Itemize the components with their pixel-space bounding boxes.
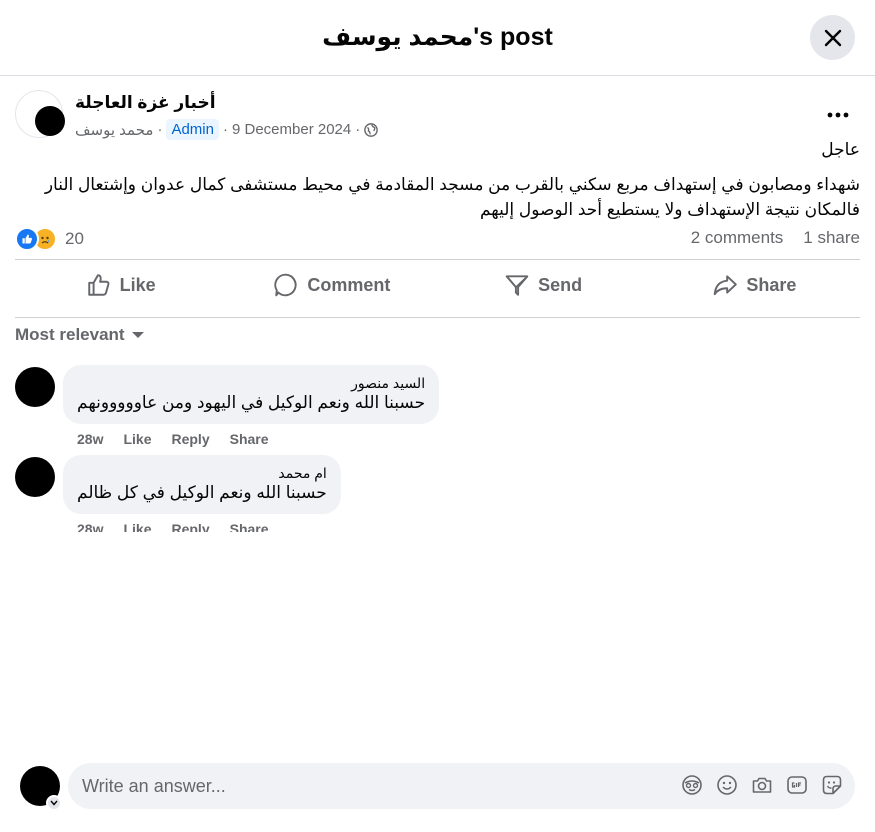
close-button[interactable] bbox=[810, 15, 855, 60]
post-text: عاجل شهداء ومصابون في إستهداف مربع سكني … bbox=[15, 137, 860, 232]
chevron-down-icon bbox=[50, 800, 58, 806]
comment-label: Comment bbox=[307, 274, 391, 295]
comment-reply-button[interactable]: Reply bbox=[171, 521, 209, 532]
comment-icon bbox=[274, 273, 297, 297]
profile-switch-button[interactable] bbox=[46, 795, 62, 811]
answer-box bbox=[68, 763, 855, 809]
comment-age[interactable]: 28w bbox=[77, 431, 103, 447]
emoji-icon[interactable] bbox=[716, 774, 738, 796]
sort-label: Most relevant bbox=[15, 325, 125, 344]
post-date[interactable]: 9 December 2024 bbox=[232, 121, 351, 138]
sticker-icon[interactable] bbox=[821, 774, 843, 796]
engagement-counts: 2 comments 1 share bbox=[691, 228, 860, 248]
comment-actions: 28w Like Reply Share bbox=[77, 431, 269, 447]
comment-author[interactable]: السيد منصور bbox=[77, 374, 425, 392]
comment-actions: 28w Like Reply Share bbox=[77, 521, 269, 532]
close-icon bbox=[824, 29, 841, 46]
commenter-avatar[interactable] bbox=[15, 367, 55, 407]
like-reaction-icon bbox=[15, 227, 39, 251]
meta-separator: · bbox=[157, 121, 163, 138]
divider bbox=[15, 259, 860, 260]
comment-share-button[interactable]: Share bbox=[230, 431, 269, 447]
dialog-title: محمد يوسف's post bbox=[322, 23, 553, 51]
share-label: Share bbox=[746, 274, 797, 295]
dialog-header: محمد يوسف's post bbox=[0, 0, 875, 76]
comment-button[interactable]: Comment bbox=[226, 262, 437, 308]
comment-text: حسبنا الله ونعم الوكيل في كل ظالم bbox=[77, 483, 327, 502]
divider bbox=[15, 317, 860, 318]
comment-age[interactable]: 28w bbox=[77, 521, 103, 532]
post-author[interactable]: محمد يوسف bbox=[75, 121, 153, 139]
page-avatar-image bbox=[35, 106, 65, 136]
comment-item: السيد منصور حسبنا الله ونعم الوكيل في ال… bbox=[15, 365, 860, 455]
more-icon bbox=[827, 112, 849, 118]
more-options-button[interactable] bbox=[825, 102, 851, 128]
share-button[interactable]: Share bbox=[649, 262, 860, 308]
caret-down-icon bbox=[131, 332, 144, 338]
like-label: Like bbox=[119, 274, 156, 295]
meta-separator: · bbox=[222, 121, 228, 138]
comment-item: ام محمد حسبنا الله ونعم الوكيل في كل ظال… bbox=[15, 455, 860, 532]
send-label: Send bbox=[538, 274, 583, 295]
post-label-line: عاجل bbox=[821, 140, 860, 159]
like-icon bbox=[87, 274, 110, 296]
comment-like-button[interactable]: Like bbox=[123, 521, 151, 532]
globe-icon bbox=[364, 122, 379, 137]
post-body: شهداء ومصابون في إستهداف مربع سكني بالقر… bbox=[44, 175, 860, 219]
send-icon bbox=[505, 275, 529, 296]
gif-icon[interactable] bbox=[786, 774, 808, 796]
comment-bubble: السيد منصور حسبنا الله ونعم الوكيل في ال… bbox=[63, 365, 440, 424]
reactions-summary[interactable]: 20 bbox=[15, 227, 84, 251]
comment-bubble: ام محمد حسبنا الله ونعم الوكيل في كل ظال… bbox=[63, 455, 341, 514]
comment-composer bbox=[20, 763, 855, 811]
commenter-avatar[interactable] bbox=[15, 457, 55, 497]
comment-text: حسبنا الله ونعم الوكيل في اليهود ومن عاو… bbox=[77, 393, 426, 412]
post-action-bar: Like Comment Send Share bbox=[15, 262, 860, 308]
camera-icon[interactable] bbox=[751, 774, 773, 796]
comments-list: السيد منصور حسبنا الله ونعم الوكيل في ال… bbox=[15, 365, 860, 532]
comment-sort-dropdown[interactable]: Most relevant bbox=[15, 325, 145, 345]
page-name[interactable]: أخبار غزة العاجلة bbox=[75, 93, 216, 113]
meta-separator: · bbox=[355, 121, 361, 138]
comment-author[interactable]: ام محمد bbox=[77, 464, 326, 482]
share-icon bbox=[714, 275, 738, 296]
send-button[interactable]: Send bbox=[438, 262, 649, 308]
comment-reply-button[interactable]: Reply bbox=[171, 431, 209, 447]
reaction-count: 20 bbox=[65, 229, 84, 248]
comment-like-button[interactable]: Like bbox=[123, 431, 151, 447]
shares-count[interactable]: 1 share bbox=[803, 228, 860, 248]
composer-tools bbox=[681, 774, 843, 796]
comments-count[interactable]: 2 comments bbox=[691, 228, 784, 248]
page-avatar[interactable] bbox=[15, 90, 65, 138]
answer-input[interactable] bbox=[82, 763, 662, 809]
like-button[interactable]: Like bbox=[15, 262, 226, 308]
comment-share-button[interactable]: Share bbox=[230, 521, 269, 532]
avatar-sticker-icon[interactable] bbox=[681, 774, 703, 796]
